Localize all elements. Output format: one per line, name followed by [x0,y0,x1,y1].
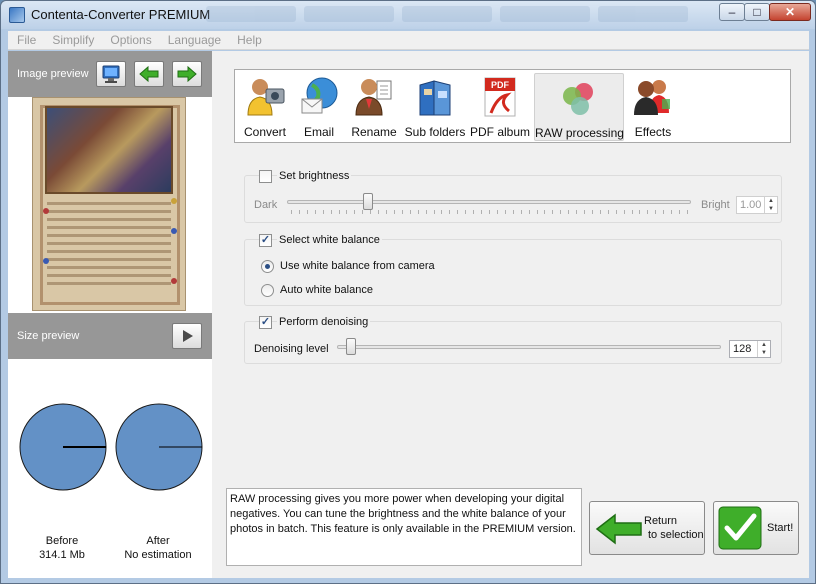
pdf-icon: PDF [484,77,516,117]
before-label: Before [45,535,79,547]
tool-raw-processing[interactable]: RAW processing [534,73,624,141]
brightness-group: Set brightness Dark Bright 1.00 ▲ ▼ [244,170,782,223]
app-window: Contenta-Converter PREMIUM – □ ✕ File Sim… [0,0,816,584]
tool-email[interactable]: Email [293,73,345,141]
spin-up-icon[interactable]: ▲ [758,341,770,349]
play-size-preview-button[interactable] [172,323,202,349]
brightness-slider-track[interactable] [287,200,691,204]
app-icon [9,7,25,23]
menu-help[interactable]: Help [228,31,269,47]
menu-file[interactable]: File [8,31,43,47]
tool-email-label: Email [303,125,334,139]
wb-camera-radio[interactable] [261,260,274,273]
tool-pdf-album-label: PDF album [469,125,531,139]
wb-auto-radio[interactable] [261,284,274,297]
denoising-value-spinner[interactable]: 128 ▲ ▼ [729,340,771,358]
denoising-slider-track[interactable] [337,345,721,349]
title-bar: Contenta-Converter PREMIUM – □ ✕ [1,1,815,29]
after-size-value: No estimation [124,549,192,561]
tool-subfolders[interactable]: Sub folders [403,73,467,141]
menu-options[interactable]: Options [101,31,158,47]
raw-spheres-icon [563,83,593,115]
after-caption: After No estimation [108,534,208,562]
minimize-button[interactable]: – [719,3,745,21]
menu-language[interactable]: Language [159,31,228,47]
select-white-balance-checkbox[interactable]: ✓ [259,234,272,247]
previous-image-button[interactable] [134,61,164,87]
denoising-group: ✓ Perform denoising Denoising level 128 … [244,316,782,364]
denoising-slider-thumb[interactable] [345,338,356,355]
return-label-line2: to selection [648,529,704,541]
after-label: After [146,535,170,547]
menu-simplify[interactable]: Simplify [43,31,101,47]
brightness-slider-thumb[interactable] [362,193,373,210]
background-taskbar-ghost [206,6,706,26]
image-preview-thumbnail [32,97,186,311]
feature-toolbar: Convert Email Rename Sub folders PDF PDF… [234,69,791,143]
spin-down-icon[interactable]: ▼ [758,349,770,357]
start-button[interactable]: Start! [713,501,799,555]
perform-denoising-checkbox[interactable]: ✓ [259,316,272,329]
bright-label: Bright [701,199,730,211]
before-pie-chart [18,402,108,492]
select-white-balance-label: Select white balance [277,234,382,246]
tool-rename-label: Rename [351,125,397,139]
arrow-right-icon [177,65,197,83]
monitor-button[interactable] [96,61,126,87]
before-caption: Before 314.1 Mb [12,534,112,562]
email-globe-icon [301,77,338,114]
perform-denoising-label: Perform denoising [277,316,371,328]
size-preview-header: Size preview [8,313,212,359]
tool-subfolders-label: Sub folders [404,125,466,139]
arrow-left-icon [139,65,159,83]
image-preview-header: Image preview [8,51,212,97]
play-icon [183,330,193,342]
checkmark-icon [718,506,762,550]
menu-bar: File Simplify Options Language Help [8,31,809,50]
image-preview-label: Image preview [17,68,89,80]
brightness-value-spinner[interactable]: 1.00 ▲ ▼ [736,196,778,214]
effects-people-icon [634,80,670,115]
green-arrow-left-icon [595,513,642,545]
tool-effects-label: Effects [634,125,672,139]
tool-effects[interactable]: Effects [626,73,680,141]
spin-up-icon[interactable]: ▲ [765,197,777,205]
close-button[interactable]: ✕ [769,3,811,21]
tool-convert-label: Convert [243,125,287,139]
tool-raw-processing-label: RAW processing [535,126,624,140]
denoising-value: 128 [733,343,752,355]
return-to-selection-button[interactable]: Return to selection [589,501,705,555]
set-brightness-label: Set brightness [277,170,352,182]
set-brightness-checkbox[interactable] [259,170,272,183]
before-size-value: 314.1 Mb [39,549,85,561]
rename-person-icon [355,79,392,116]
return-label-line1: Return [644,515,678,527]
next-image-button[interactable] [172,61,202,87]
feature-description: RAW processing gives you more power when… [226,488,582,566]
wb-auto-label: Auto white balance [280,284,373,296]
after-pie-chart [114,402,204,492]
window-title: Contenta-Converter PREMIUM [31,7,211,22]
brightness-slider-ticks [291,210,688,215]
client-area: Image preview Size preview Before 314.1 … [8,51,809,578]
subfolders-icon [419,80,451,116]
tool-pdf-album[interactable]: PDF PDF album [469,73,531,141]
wb-camera-label: Use white balance from camera [280,260,435,272]
left-panel: Image preview Size preview Before 314.1 … [8,51,212,578]
image-preview-area [8,97,212,313]
svg-text:PDF: PDF [491,80,510,90]
denoising-level-label: Denoising level [254,343,329,355]
convert-person-camera-icon [247,79,285,116]
spin-down-icon[interactable]: ▼ [765,205,777,213]
tool-convert[interactable]: Convert [239,73,291,141]
size-preview-area: Before 314.1 Mb After No estimation [8,359,212,578]
dark-label: Dark [254,199,278,211]
tool-rename[interactable]: Rename [347,73,401,141]
monitor-icon [102,65,120,83]
start-label: Start! [767,522,794,534]
maximize-button[interactable]: □ [744,3,770,21]
white-balance-group: ✓ Select white balance Use white balance… [244,234,782,306]
size-preview-label: Size preview [17,330,80,342]
brightness-value: 1.00 [740,199,762,211]
